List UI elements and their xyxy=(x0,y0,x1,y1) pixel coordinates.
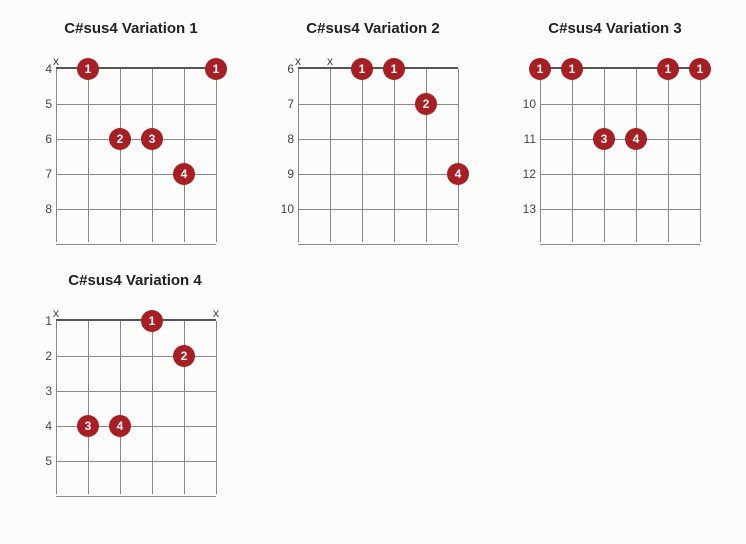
finger-dot: 2 xyxy=(173,345,195,367)
string-line xyxy=(668,69,669,242)
chord-title: C#sus4 Variation 2 xyxy=(272,20,474,37)
fret-label: 10 xyxy=(518,97,536,111)
fret-label: 11 xyxy=(518,132,536,146)
fret-label: 7 xyxy=(34,167,52,181)
fret-label: 9 xyxy=(276,167,294,181)
string-line xyxy=(88,69,89,242)
chord-title: C#sus4 Variation 4 xyxy=(30,272,240,289)
chord-grid-wrap: 45678x11234 xyxy=(30,51,232,242)
chord-grid-wrap: 12345xx1234 xyxy=(30,303,240,494)
chord-row: C#sus4 Variation 412345xx1234 xyxy=(30,272,716,494)
fret-label: 13 xyxy=(518,202,536,216)
string-line xyxy=(636,69,637,242)
finger-dot: 2 xyxy=(415,93,437,115)
chord-grid-wrap: 678910xx1124 xyxy=(272,51,474,242)
string-line xyxy=(330,69,331,242)
chord-grid: 910111213111134 xyxy=(540,67,700,242)
chord-title: C#sus4 Variation 1 xyxy=(30,20,232,37)
fret-label: 3 xyxy=(34,384,52,398)
fret-line xyxy=(540,209,700,210)
string-line xyxy=(298,69,299,242)
fret-label: 6 xyxy=(276,62,294,76)
fret-label: 2 xyxy=(34,349,52,363)
string-line xyxy=(152,321,153,494)
finger-dot: 4 xyxy=(173,163,195,185)
chord-row: C#sus4 Variation 145678x11234C#sus4 Vari… xyxy=(30,20,716,242)
fret-line xyxy=(56,244,216,245)
chord-grid-wrap: 910111213111134 xyxy=(514,51,716,242)
string-line xyxy=(120,321,121,494)
fret-line xyxy=(56,391,216,392)
fret-label: 4 xyxy=(34,62,52,76)
fret-line xyxy=(56,496,216,497)
chord-diagram: C#sus4 Variation 145678x11234 xyxy=(30,20,232,242)
string-line xyxy=(604,69,605,242)
finger-dot: 1 xyxy=(77,58,99,80)
finger-dot: 1 xyxy=(205,58,227,80)
fret-label: 12 xyxy=(518,167,536,181)
finger-dot: 4 xyxy=(447,163,469,185)
fret-line xyxy=(298,139,458,140)
fret-label: 4 xyxy=(34,419,52,433)
string-line xyxy=(362,69,363,242)
string-line xyxy=(120,69,121,242)
fret-line xyxy=(56,139,216,140)
fret-label: 5 xyxy=(34,454,52,468)
chord-grid: 678910xx1124 xyxy=(298,67,458,242)
chord-grid: 45678x11234 xyxy=(56,67,216,242)
string-line xyxy=(216,69,217,242)
string-line xyxy=(458,69,459,242)
fret-line xyxy=(540,174,700,175)
fret-line xyxy=(56,209,216,210)
finger-dot: 4 xyxy=(109,415,131,437)
mute-marker: x xyxy=(53,306,59,320)
fret-label: 7 xyxy=(276,97,294,111)
finger-dot: 3 xyxy=(141,128,163,150)
chord-title: C#sus4 Variation 3 xyxy=(514,20,716,37)
finger-dot: 1 xyxy=(351,58,373,80)
fret-line xyxy=(56,104,216,105)
finger-dot: 3 xyxy=(593,128,615,150)
string-line xyxy=(184,69,185,242)
fret-line xyxy=(298,174,458,175)
chord-grid: 12345xx1234 xyxy=(56,319,216,494)
string-line xyxy=(540,69,541,242)
finger-dot: 1 xyxy=(383,58,405,80)
finger-dot: 4 xyxy=(625,128,647,150)
fret-label: 5 xyxy=(34,97,52,111)
finger-dot: 1 xyxy=(657,58,679,80)
string-line xyxy=(56,321,57,494)
fret-line xyxy=(298,244,458,245)
string-line xyxy=(572,69,573,242)
string-line xyxy=(56,69,57,242)
fret-line xyxy=(540,244,700,245)
mute-marker: x xyxy=(213,306,219,320)
fret-label: 10 xyxy=(276,202,294,216)
mute-marker: x xyxy=(295,54,301,68)
fret-line xyxy=(56,461,216,462)
fret-line xyxy=(298,209,458,210)
mute-marker: x xyxy=(327,54,333,68)
fret-line xyxy=(540,139,700,140)
chord-diagram: C#sus4 Variation 2678910xx1124 xyxy=(272,20,474,242)
fret-label: 8 xyxy=(276,132,294,146)
string-line xyxy=(152,69,153,242)
string-line xyxy=(216,321,217,494)
fret-label: 6 xyxy=(34,132,52,146)
fret-label: 8 xyxy=(34,202,52,216)
finger-dot: 3 xyxy=(77,415,99,437)
string-line xyxy=(700,69,701,242)
mute-marker: x xyxy=(53,54,59,68)
finger-dot: 1 xyxy=(561,58,583,80)
finger-dot: 1 xyxy=(689,58,711,80)
string-line xyxy=(394,69,395,242)
finger-dot: 2 xyxy=(109,128,131,150)
fret-label: 1 xyxy=(34,314,52,328)
chord-diagram: C#sus4 Variation 3 910111213111134 xyxy=(514,20,716,242)
finger-dot: 1 xyxy=(529,58,551,80)
finger-dot: 1 xyxy=(141,310,163,332)
chord-diagram: C#sus4 Variation 412345xx1234 xyxy=(30,272,240,494)
fret-line xyxy=(540,104,700,105)
string-line xyxy=(88,321,89,494)
